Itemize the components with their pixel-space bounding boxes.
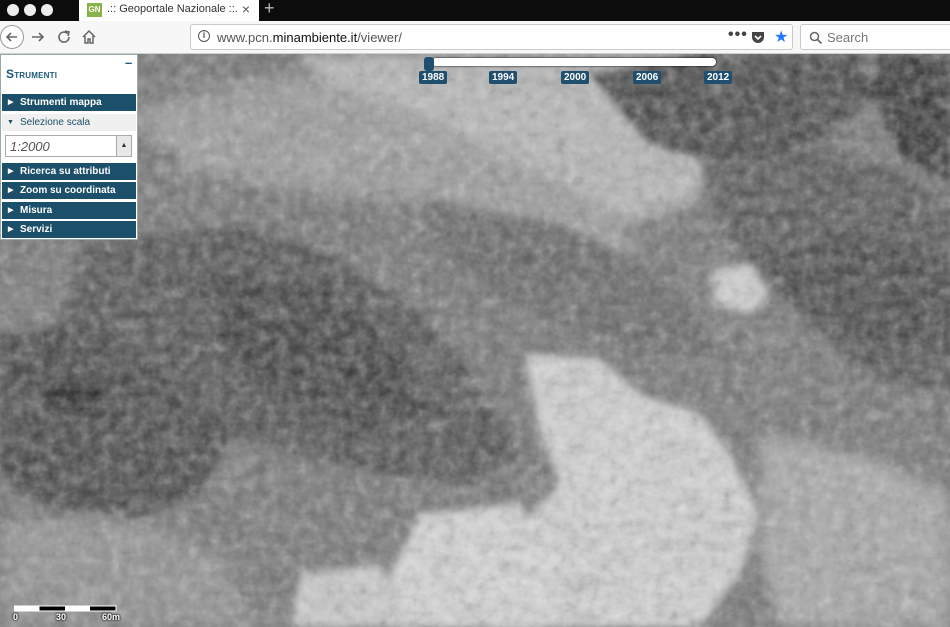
forward-button[interactable] <box>29 28 47 46</box>
maximize-window-button[interactable] <box>41 4 53 16</box>
timeline-track[interactable] <box>432 58 716 66</box>
expand-arrow-icon: ▶ <box>8 168 14 175</box>
home-button[interactable] <box>80 28 98 46</box>
pocket-icon[interactable] <box>751 31 765 45</box>
menu-servizi[interactable]: ▶ Servizi <box>2 221 136 238</box>
timeline-year-2012[interactable]: 2012 <box>704 71 733 84</box>
browser-tab[interactable]: GN .:: Geoportale Nazionale ::. × <box>79 0 259 21</box>
timeline-handle[interactable] <box>424 57 434 71</box>
menu-strumenti-mappa[interactable]: ▶ Strumenti mappa <box>2 94 136 111</box>
tab-title: .:: Geoportale Nazionale ::. <box>107 3 238 15</box>
dropdown-arrow-icon[interactable]: ▲ <box>116 136 131 156</box>
minimize-panel-button[interactable]: – <box>125 55 132 70</box>
map-canvas[interactable]: 1988 1994 2000 2006 2012 <box>0 54 950 627</box>
search-input[interactable]: Search <box>827 30 868 45</box>
expand-arrow-icon: ▶ <box>8 226 14 233</box>
scale-label-0: 0 <box>13 612 19 622</box>
expand-arrow-icon: ▶ <box>8 99 14 106</box>
expand-arrow-icon: ▶ <box>8 187 14 194</box>
scale-select[interactable]: 1:2000 ▲ <box>5 135 132 157</box>
aerial-imagery <box>0 54 950 627</box>
menu-zoom-coordinata[interactable]: ▶ Zoom su coordinata <box>2 182 136 199</box>
scale-label-60m: 60m <box>102 612 121 622</box>
new-tab-button[interactable]: + <box>264 0 275 19</box>
expand-arrow-icon: ▶ <box>8 207 14 214</box>
search-icon <box>809 31 823 45</box>
close-window-button[interactable] <box>7 4 19 16</box>
timeline-year-2000[interactable]: 2000 <box>561 71 590 84</box>
back-arrow-icon <box>5 32 17 42</box>
scale-label-30: 30 <box>56 612 67 622</box>
collapse-arrow-icon: ▼ <box>7 119 14 126</box>
page-actions-icon[interactable]: ••• <box>728 26 748 44</box>
tools-panel: Strumenti – ▶ Strumenti mappa ▼ Selezion… <box>0 54 138 240</box>
navigation-bar: i www.pcn.minambiente.it/viewer/ ••• ★ S… <box>0 21 950 54</box>
menu-misura[interactable]: ▶ Misura <box>2 202 136 219</box>
panel-title: Strumenti <box>6 67 58 81</box>
minimize-window-button[interactable] <box>24 4 36 16</box>
reload-button[interactable] <box>55 28 73 46</box>
favicon-icon: GN <box>87 3 102 17</box>
scale-select-value: 1:2000 <box>10 139 50 154</box>
timeline-year-1994[interactable]: 1994 <box>489 71 518 84</box>
timeline-year-1988[interactable]: 1988 <box>419 71 448 84</box>
timeline-year-2006[interactable]: 2006 <box>633 71 662 84</box>
tab-strip: GN .:: Geoportale Nazionale ::. × + <box>0 0 950 21</box>
url-text[interactable]: www.pcn.minambiente.it/viewer/ <box>217 30 402 45</box>
tab-close-icon[interactable]: × <box>242 1 250 17</box>
bookmark-star-icon[interactable]: ★ <box>774 27 788 47</box>
menu-selezione-scala[interactable]: ▼ Selezione scala <box>2 114 136 131</box>
menu-ricerca-attributi[interactable]: ▶ Ricerca su attributi <box>2 163 136 180</box>
back-button[interactable] <box>0 25 24 49</box>
info-icon[interactable]: i <box>198 30 210 42</box>
search-bar[interactable]: Search <box>800 24 950 50</box>
address-bar[interactable]: i www.pcn.minambiente.it/viewer/ ••• ★ <box>190 24 793 50</box>
